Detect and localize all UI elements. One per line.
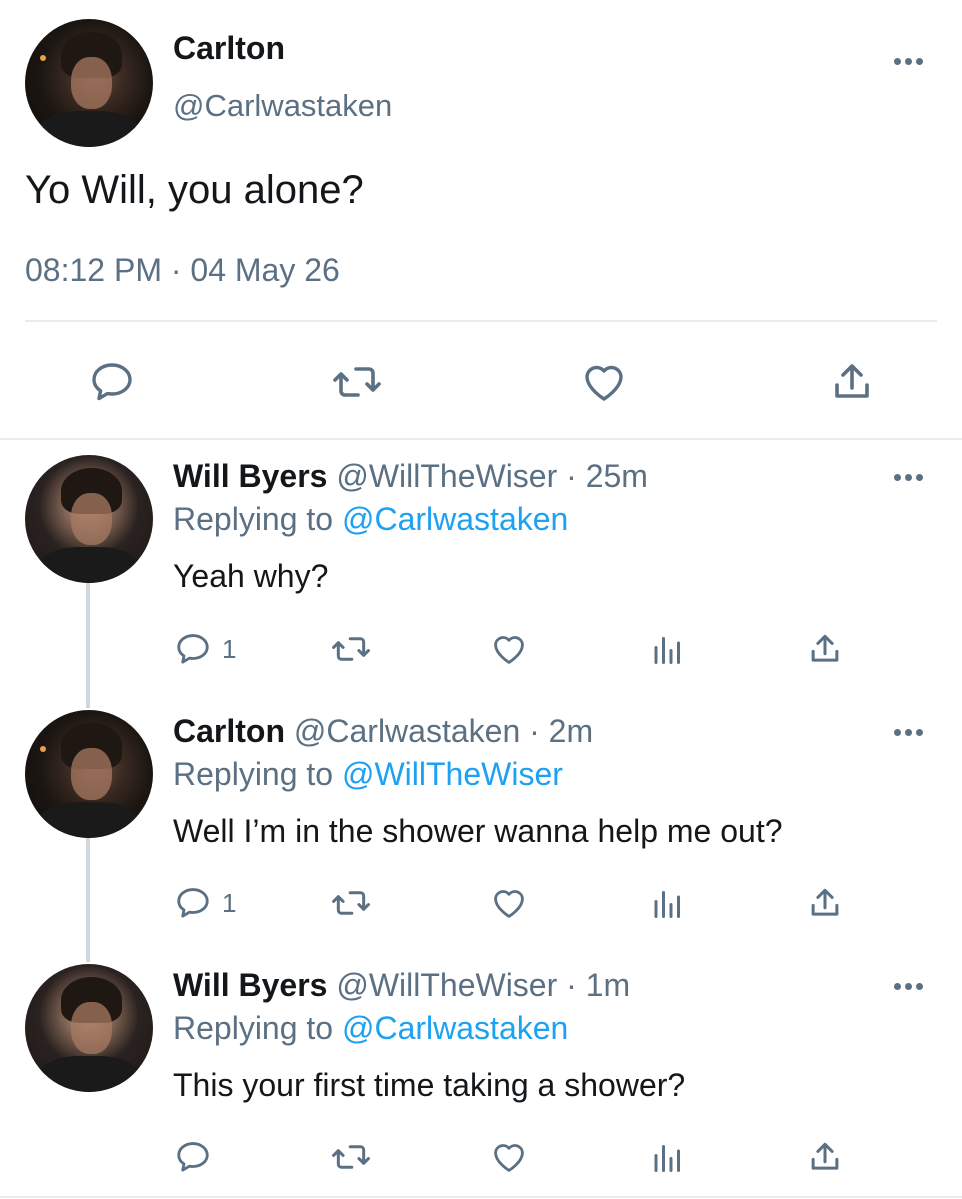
analytics-icon[interactable] <box>650 1138 686 1176</box>
analytics-icon[interactable] <box>650 630 686 668</box>
replying-to: Replying to @Carlwastaken <box>173 501 568 538</box>
divider <box>0 438 962 440</box>
replying-label: Replying to <box>173 1010 334 1046</box>
reply-text: Yeah why? <box>173 558 329 594</box>
avatar-face <box>71 1002 113 1054</box>
reply-author-handle[interactable]: @WillTheWiser <box>336 458 557 494</box>
share-icon[interactable] <box>806 630 844 668</box>
reply-author-handle[interactable]: @WillTheWiser <box>336 967 557 1003</box>
share-icon[interactable] <box>806 884 844 922</box>
reply-icon[interactable] <box>88 358 136 406</box>
replying-to-link[interactable]: @Carlwastaken <box>342 501 568 537</box>
retweet-icon[interactable] <box>331 358 383 406</box>
replying-label: Replying to <box>173 501 334 537</box>
reply-text: This your first time taking a shower? <box>173 1067 686 1103</box>
divider <box>25 320 937 322</box>
share-icon[interactable] <box>806 1138 844 1176</box>
like-icon[interactable] <box>490 1138 528 1176</box>
reply-count: 1 <box>222 634 237 664</box>
reply-time: · 2m <box>529 713 594 749</box>
avatar-light <box>40 745 47 752</box>
reply-avatar[interactable] <box>25 710 153 838</box>
reply-header: Carlton @Carlwastaken · 2m <box>173 713 593 750</box>
analytics-icon[interactable] <box>650 884 686 922</box>
reply-time: · 25m <box>566 458 648 494</box>
reply-count: 1 <box>222 888 237 918</box>
replying-to-link[interactable]: @WillTheWiser <box>342 756 563 792</box>
avatar-shirt <box>37 1056 141 1092</box>
like-icon[interactable] <box>580 358 628 406</box>
main-avatar[interactable] <box>25 19 153 147</box>
avatar-face <box>71 493 113 545</box>
reply-header: Will Byers @WillTheWiser · 1m <box>173 967 630 1004</box>
share-icon[interactable] <box>828 358 876 406</box>
avatar-face <box>71 57 113 109</box>
thread-line <box>86 583 90 708</box>
reply-author-handle[interactable]: @Carlwastaken <box>294 713 520 749</box>
replying-to-link[interactable]: @Carlwastaken <box>342 1010 568 1046</box>
avatar-shirt <box>37 547 141 583</box>
retweet-icon[interactable] <box>330 630 372 668</box>
reply-author-name[interactable]: Will Byers <box>173 458 327 494</box>
like-icon[interactable] <box>490 630 528 668</box>
more-icon[interactable] <box>894 729 923 736</box>
reply-time: · 1m <box>566 967 631 1003</box>
reply-avatar[interactable] <box>25 455 153 583</box>
replying-label: Replying to <box>173 756 334 792</box>
reply-header: Will Byers @WillTheWiser · 25m <box>173 458 648 495</box>
more-icon[interactable] <box>894 474 923 481</box>
reply-author-name[interactable]: Carlton <box>173 713 285 749</box>
reply-icon[interactable] <box>174 884 212 922</box>
replying-to: Replying to @WillTheWiser <box>173 756 563 793</box>
reply-icon[interactable] <box>174 630 212 668</box>
avatar-shirt <box>37 802 141 838</box>
reply-author-name[interactable]: Will Byers <box>173 967 327 1003</box>
avatar-face <box>71 748 113 800</box>
reply-icon[interactable] <box>174 1138 212 1176</box>
retweet-icon[interactable] <box>330 884 372 922</box>
avatar-shirt <box>37 111 141 147</box>
thread-line <box>86 838 90 962</box>
reply-avatar[interactable] <box>25 964 153 1092</box>
main-tweet-text: Yo Will, you alone? <box>25 168 364 212</box>
retweet-icon[interactable] <box>330 1138 372 1176</box>
like-icon[interactable] <box>490 884 528 922</box>
more-icon[interactable] <box>894 983 923 990</box>
reply-text: Well I’m in the shower wanna help me out… <box>173 813 783 849</box>
divider <box>0 1196 962 1198</box>
main-author-handle[interactable]: @Carlwastaken <box>173 88 392 124</box>
avatar-light <box>40 54 47 61</box>
main-tweet-timestamp[interactable]: 08:12 PM · 04 May 26 <box>25 252 340 289</box>
main-author-name[interactable]: Carlton <box>173 30 285 67</box>
more-icon[interactable] <box>894 58 923 65</box>
replying-to: Replying to @Carlwastaken <box>173 1010 568 1047</box>
